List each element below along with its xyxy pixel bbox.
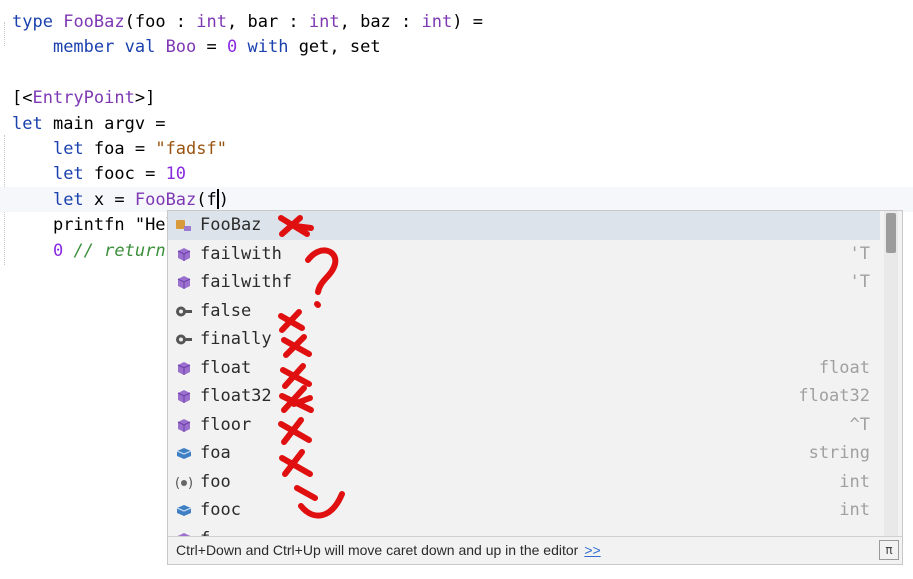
completion-item[interactable]: () foo int	[168, 468, 880, 497]
completion-item[interactable]: floor ^T	[168, 411, 880, 440]
completion-popup[interactable]: FooBaz failwith 'T failwithf 'T false finally f…	[167, 210, 903, 565]
completion-item[interactable]: foa string	[168, 439, 880, 468]
keyword-icon	[175, 332, 193, 347]
completion-item-type: int	[839, 500, 870, 520]
completion-scrollbar[interactable]	[884, 211, 898, 537]
function-icon	[175, 389, 193, 404]
completion-item-name: foo	[200, 471, 231, 492]
svg-text:(: (	[175, 476, 180, 490]
parameter-icon: ()	[175, 475, 193, 491]
value-icon	[175, 503, 193, 518]
completion-item[interactable]: false	[168, 297, 880, 326]
completion-item-name: foa	[200, 443, 231, 463]
completion-item-name: false	[200, 300, 252, 321]
completion-item-type: 'T	[849, 243, 870, 264]
completion-item-name: failwith	[200, 243, 282, 264]
completion-item-name: finally	[200, 329, 272, 349]
completion-item[interactable]: failwith 'T	[168, 240, 880, 269]
completion-item[interactable]: float32 float32	[168, 382, 880, 411]
completion-item[interactable]: FooBaz	[168, 211, 880, 240]
completion-item-name: FooBaz	[200, 215, 262, 235]
completion-item-name: floor	[200, 414, 252, 435]
code-line-8: let x = FooBaz(f)	[52, 189, 230, 210]
code-line-1: type FooBaz(foo : int, bar : int, baz : …	[12, 12, 483, 32]
completion-item[interactable]: finally	[168, 325, 880, 354]
value-icon	[175, 446, 193, 461]
completion-item-type: float	[818, 357, 870, 378]
completion-item-name: fooc	[200, 500, 241, 520]
completion-item-type: 'T	[849, 272, 870, 292]
type-icon	[175, 218, 193, 233]
code-line-5: let main argv =	[12, 114, 166, 134]
code-line-2: member val Boo = 0 with get, set	[52, 37, 381, 57]
scrollbar-thumb[interactable]	[886, 213, 896, 253]
code-line-6: let foa = "fadsf"	[52, 139, 227, 159]
code-line-7: let fooc = 10	[52, 164, 187, 184]
completion-item[interactable]: failwithf 'T	[168, 268, 880, 297]
completion-item[interactable]: fooc int	[168, 496, 880, 525]
completion-item-name: failwithf	[200, 272, 293, 292]
completion-item-type: int	[839, 471, 870, 492]
completion-footer: Ctrl+Down and Ctrl+Up will move caret do…	[168, 536, 902, 564]
completion-item-name: float	[200, 357, 252, 378]
function-icon	[175, 275, 193, 290]
function-icon	[175, 361, 193, 376]
code-line-10: 0 // return	[52, 241, 166, 261]
function-icon	[175, 247, 193, 262]
function-icon	[175, 418, 193, 433]
completion-item-type: float32	[798, 386, 870, 406]
code-line-9: printfn "Hel	[52, 215, 176, 235]
footer-hint: Ctrl+Down and Ctrl+Up will move caret do…	[176, 542, 579, 558]
completion-item-name: float32	[200, 386, 272, 406]
svg-text:): )	[188, 476, 193, 490]
completion-item-type: ^T	[849, 414, 870, 435]
completion-list[interactable]: FooBaz failwith 'T failwithf 'T false finally f…	[168, 211, 880, 537]
pin-icon[interactable]: π	[879, 540, 899, 560]
keyword-icon	[175, 304, 193, 319]
completion-item[interactable]: float float	[168, 354, 880, 383]
code-line-4: [<EntryPoint>]	[12, 88, 156, 108]
completion-item-type: string	[808, 443, 870, 463]
footer-more-link[interactable]: >>	[584, 542, 600, 558]
